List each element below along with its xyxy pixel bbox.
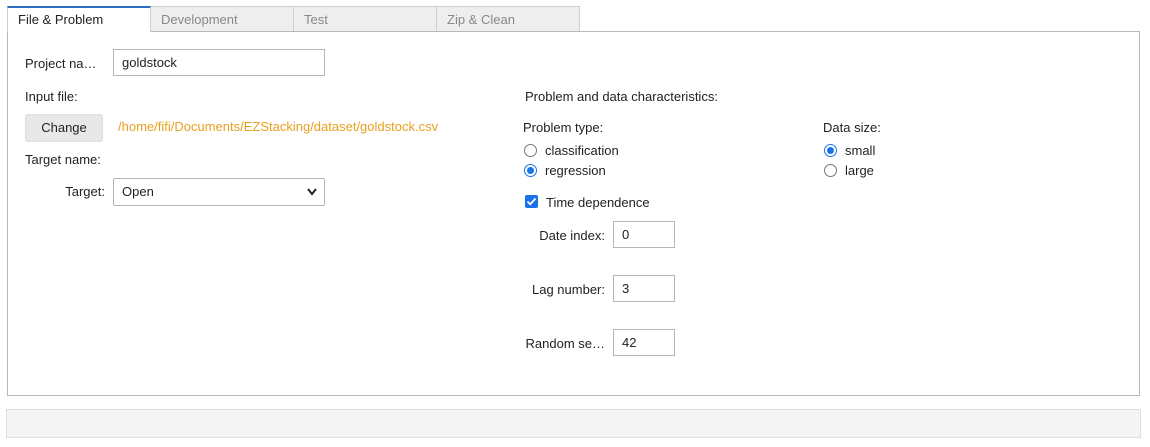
tab-file-problem[interactable]: File & Problem xyxy=(7,6,151,32)
file-path-text: /home/fifi/Documents/EZStacking/dataset/… xyxy=(118,119,439,134)
date-index-input[interactable]: 0 xyxy=(613,221,675,248)
large-label: large xyxy=(845,163,874,178)
tab-development[interactable]: Development xyxy=(150,6,294,31)
small-label: small xyxy=(845,143,876,158)
target-name-label: Target name: xyxy=(25,152,101,167)
small-radio[interactable] xyxy=(824,144,837,157)
target-select[interactable]: Open xyxy=(113,178,325,206)
random-seed-input[interactable]: 42 xyxy=(613,329,675,356)
large-radio[interactable] xyxy=(824,164,837,177)
regression-label: regression xyxy=(545,163,606,178)
problem-type-label: Problem type: xyxy=(523,120,604,135)
change-file-button[interactable]: Change xyxy=(25,114,103,142)
tab-test[interactable]: Test xyxy=(293,6,437,31)
classification-radio[interactable] xyxy=(524,144,537,157)
data-size-label: Data size: xyxy=(823,120,881,135)
lag-number-input[interactable]: 3 xyxy=(613,275,675,302)
regression-radio[interactable] xyxy=(524,164,537,177)
classification-label: classification xyxy=(545,143,619,158)
checkmark-icon xyxy=(526,197,537,206)
project-name-input[interactable]: goldstock xyxy=(113,49,325,76)
random-seed-label: Random se… xyxy=(525,336,605,351)
target-select-value: Open xyxy=(122,184,154,199)
target-label: Target: xyxy=(65,184,105,199)
project-name-label: Project na… xyxy=(25,56,97,71)
status-bar xyxy=(6,409,1141,438)
section-title: Problem and data characteristics: xyxy=(525,89,718,104)
chevron-down-icon xyxy=(307,188,317,196)
tab-zip-clean[interactable]: Zip & Clean xyxy=(436,6,580,31)
input-file-label: Input file: xyxy=(25,89,78,104)
time-dependence-label: Time dependence xyxy=(546,195,650,210)
lag-number-label: Lag number: xyxy=(532,282,605,297)
time-dependence-checkbox[interactable] xyxy=(525,195,538,208)
date-index-label: Date index: xyxy=(539,228,605,243)
